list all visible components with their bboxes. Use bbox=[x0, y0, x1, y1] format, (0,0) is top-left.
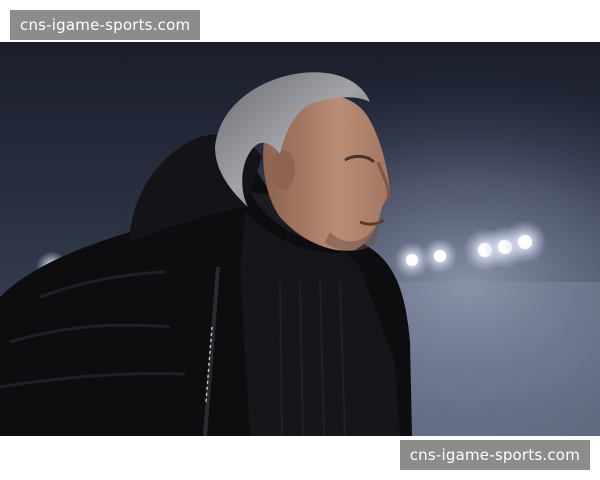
photo-illustration bbox=[0, 42, 600, 436]
watermark-bottom: cns-igame-sports.com bbox=[399, 440, 590, 470]
photo bbox=[0, 42, 600, 436]
watermark-top: cns-igame-sports.com bbox=[10, 10, 201, 40]
page: cns-igame-sports.com cns-igame-sports.co… bbox=[0, 0, 600, 480]
